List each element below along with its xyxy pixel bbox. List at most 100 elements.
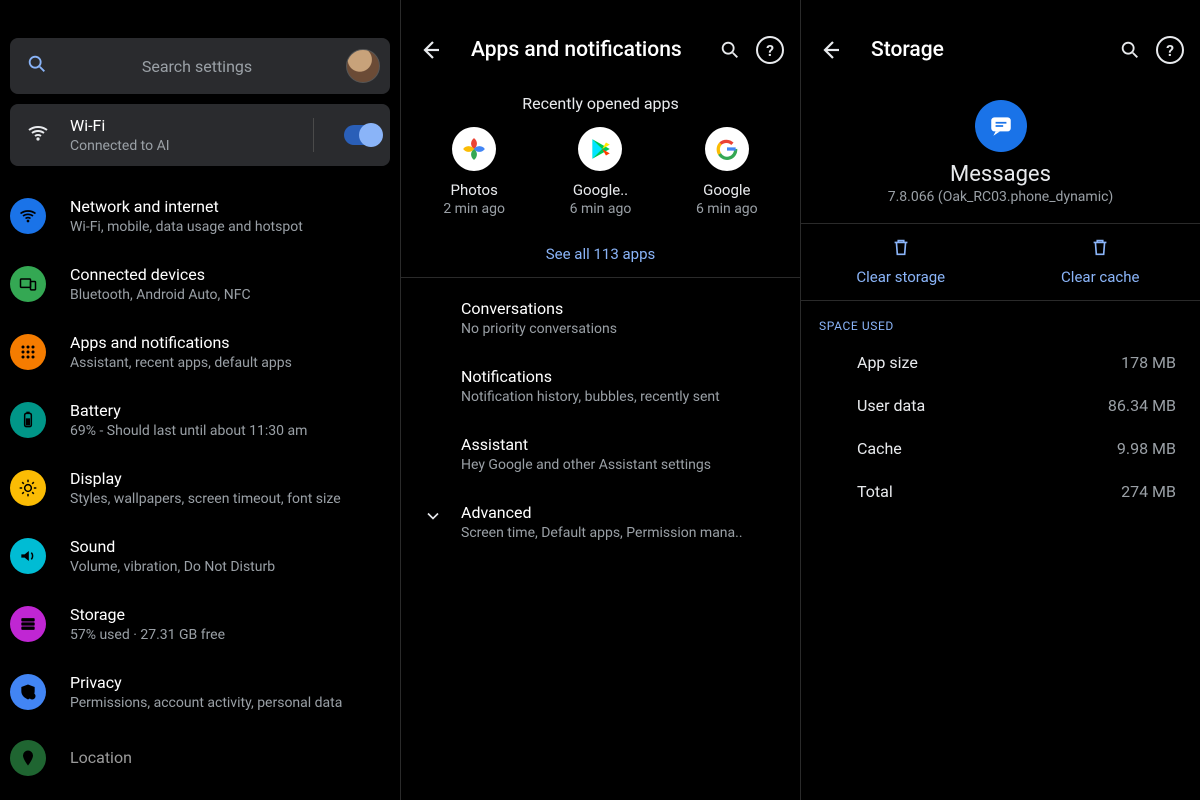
recent-app-time: 6 min ago: [696, 201, 758, 217]
settings-item-display[interactable]: DisplayStyles, wallpapers, screen timeou…: [0, 454, 400, 522]
settings-item-title: Location: [70, 747, 392, 769]
recent-apps-heading: Recently opened apps: [401, 94, 800, 113]
help-icon[interactable]: ?: [756, 36, 784, 64]
settings-list: Network and internetWi-Fi, mobile, data …: [0, 182, 400, 790]
apps-list-item[interactable]: ConversationsNo priority conversations: [401, 284, 800, 352]
clear-cache-label: Clear cache: [1061, 268, 1139, 286]
settings-main-screen: Search settings Wi-Fi Connected to AI Ne…: [0, 0, 400, 800]
location-icon: [10, 740, 46, 776]
search-icon[interactable]: [1116, 36, 1144, 64]
settings-item-apps[interactable]: Apps and notificationsAssistant, recent …: [0, 318, 400, 386]
recent-app-time: 6 min ago: [570, 201, 632, 217]
settings-item-wifi[interactable]: Network and internetWi-Fi, mobile, data …: [0, 182, 400, 250]
settings-item-devices[interactable]: Connected devicesBluetooth, Android Auto…: [0, 250, 400, 318]
apps-section-list: ConversationsNo priority conversationsNo…: [401, 278, 800, 562]
clear-storage-button[interactable]: Clear storage: [801, 224, 1001, 300]
settings-item-title: Connected devices: [70, 264, 392, 286]
settings-item-title: Network and internet: [70, 196, 392, 218]
space-used-list: App size 178 MB User data 86.34 MB Cache 9.98…: [801, 341, 1200, 513]
space-used-value: 9.98 MB: [1117, 439, 1176, 458]
page-title: Apps and notifications: [471, 38, 682, 62]
trash-icon: [890, 236, 912, 262]
settings-item-privacy[interactable]: PrivacyPermissions, account activity, pe…: [0, 658, 400, 726]
settings-item-storage[interactable]: Storage57% used · 27.31 GB free: [0, 590, 400, 658]
settings-item-subtitle: Wi-Fi, mobile, data usage and hotspot: [70, 218, 392, 236]
wifi-icon: [10, 198, 46, 234]
space-used-row: User data 86.34 MB: [801, 384, 1200, 427]
recent-app-name: Google..: [573, 181, 628, 199]
search-settings-bar[interactable]: Search settings: [10, 38, 390, 94]
clear-storage-label: Clear storage: [856, 268, 945, 286]
apps-icon: [10, 334, 46, 370]
list-item-title: Conversations: [461, 298, 782, 320]
app-name: Messages: [950, 162, 1051, 187]
profile-avatar[interactable]: [346, 49, 380, 83]
photos-app-icon: [452, 127, 496, 171]
settings-item-title: Privacy: [70, 672, 392, 694]
space-used-row: App size 178 MB: [801, 341, 1200, 384]
app-storage-screen: Storage ? Messages 7.8.066 (Oak_RC03.pho…: [800, 0, 1200, 800]
settings-item-title: Storage: [70, 604, 392, 626]
recent-app-time: 2 min ago: [443, 201, 505, 217]
settings-item-title: Display: [70, 468, 392, 490]
space-used-row: Total 274 MB: [801, 470, 1200, 513]
list-item-title: Assistant: [461, 434, 782, 456]
list-item-title: Notifications: [461, 366, 782, 388]
app-version: 7.8.066 (Oak_RC03.phone_dynamic): [888, 189, 1114, 205]
space-used-value: 86.34 MB: [1108, 396, 1176, 415]
settings-item-title: Battery: [70, 400, 392, 422]
page-title: Storage: [871, 38, 944, 62]
display-icon: [10, 470, 46, 506]
settings-item-subtitle: Bluetooth, Android Auto, NFC: [70, 286, 392, 304]
recent-app-play[interactable]: Google.. 6 min ago: [545, 127, 655, 217]
clear-cache-button[interactable]: Clear cache: [1001, 224, 1200, 300]
trash-icon: [1089, 236, 1111, 262]
recent-app-name: Google: [703, 181, 750, 199]
wifi-toggle[interactable]: [344, 125, 382, 145]
settings-item-location[interactable]: Location: [0, 726, 400, 790]
list-item-subtitle: Hey Google and other Assistant settings: [461, 456, 782, 474]
settings-item-subtitle: Assistant, recent apps, default apps: [70, 354, 392, 372]
search-placeholder: Search settings: [64, 57, 330, 76]
wifi-quick-card[interactable]: Wi-Fi Connected to AI: [10, 104, 390, 166]
space-used-label: App size: [857, 353, 918, 372]
apps-list-item[interactable]: AdvancedScreen time, Default apps, Permi…: [401, 488, 800, 556]
recent-app-photos[interactable]: Photos2 min ago: [419, 127, 529, 217]
settings-item-subtitle: Styles, wallpapers, screen timeout, font…: [70, 490, 392, 508]
settings-item-subtitle: Permissions, account activity, personal …: [70, 694, 392, 712]
settings-item-subtitle: 57% used · 27.31 GB free: [70, 626, 392, 644]
privacy-icon: [10, 674, 46, 710]
divider: [313, 118, 314, 152]
apps-list-item[interactable]: AssistantHey Google and other Assistant …: [401, 420, 800, 488]
space-used-value: 178 MB: [1121, 353, 1176, 372]
recent-app-google[interactable]: Google 6 min ago: [672, 127, 782, 217]
battery-icon: [10, 402, 46, 438]
search-icon[interactable]: [716, 36, 744, 64]
list-item-title: Advanced: [461, 502, 782, 524]
wifi-subtitle: Connected to AI: [70, 137, 283, 155]
space-used-label: Total: [857, 482, 893, 501]
settings-item-battery[interactable]: Battery69% - Should last until about 11:…: [0, 386, 400, 454]
space-used-row: Cache 9.98 MB: [801, 427, 1200, 470]
chevron-down-icon: [423, 506, 443, 530]
apps-notifications-screen: Apps and notifications ? Recently opened…: [400, 0, 800, 800]
settings-item-title: Sound: [70, 536, 392, 558]
list-item-subtitle: No priority conversations: [461, 320, 782, 338]
help-icon[interactable]: ?: [1156, 36, 1184, 64]
recent-apps-row: Photos2 min ago Google.. 6 min ago Google 6 …: [401, 113, 800, 225]
wifi-title: Wi-Fi: [70, 115, 283, 137]
apps-list-item[interactable]: NotificationsNotification history, bubbl…: [401, 352, 800, 420]
see-all-apps-link[interactable]: See all 113 apps: [546, 245, 655, 263]
back-icon[interactable]: [417, 36, 445, 64]
google-app-icon: [705, 127, 749, 171]
settings-item-title: Apps and notifications: [70, 332, 392, 354]
devices-icon: [10, 266, 46, 302]
space-used-label: User data: [857, 396, 925, 415]
space-used-label: Cache: [857, 439, 902, 458]
settings-item-sound[interactable]: SoundVolume, vibration, Do Not Disturb: [0, 522, 400, 590]
settings-item-subtitle: 69% - Should last until about 11:30 am: [70, 422, 392, 440]
list-item-subtitle: Notification history, bubbles, recently …: [461, 388, 782, 406]
space-used-heading: SPACE USED: [819, 319, 1200, 333]
back-icon[interactable]: [817, 36, 845, 64]
space-used-value: 274 MB: [1121, 482, 1176, 501]
